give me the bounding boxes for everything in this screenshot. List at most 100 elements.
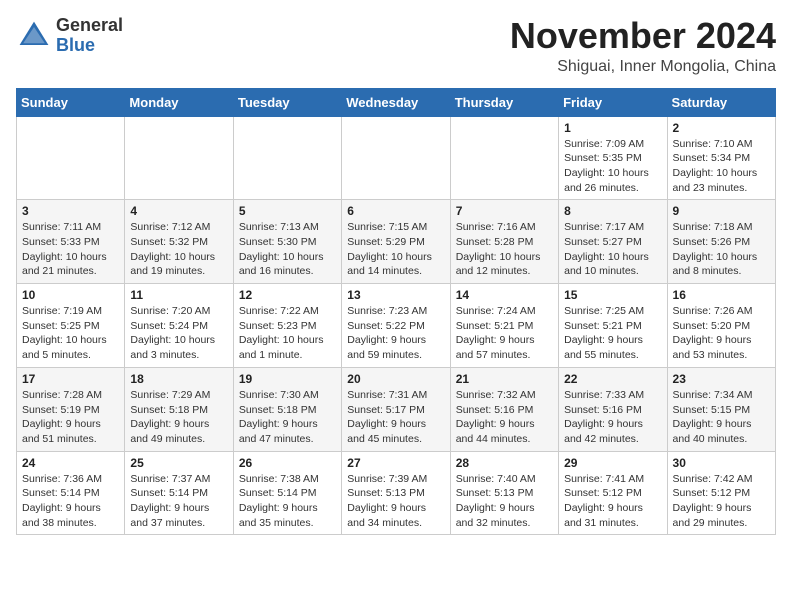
calendar-week-row: 10 Sunrise: 7:19 AM Sunset: 5:25 PM Dayli… (17, 284, 776, 368)
day-number: 3 (22, 204, 119, 218)
day-info: Sunrise: 7:38 AM Sunset: 5:14 PM Dayligh… (239, 472, 336, 531)
day-number: 11 (130, 288, 227, 302)
day-number: 4 (130, 204, 227, 218)
day-number: 18 (130, 372, 227, 386)
calendar-body: 1 Sunrise: 7:09 AM Sunset: 5:35 PM Daylig… (17, 116, 776, 535)
logo-icon (16, 18, 52, 54)
day-number: 7 (456, 204, 553, 218)
day-info: Sunrise: 7:23 AM Sunset: 5:22 PM Dayligh… (347, 304, 444, 363)
calendar-cell: 22 Sunrise: 7:33 AM Sunset: 5:16 PM Dayli… (559, 367, 667, 451)
calendar-cell (17, 116, 125, 200)
day-info: Sunrise: 7:40 AM Sunset: 5:13 PM Dayligh… (456, 472, 553, 531)
day-number: 8 (564, 204, 661, 218)
weekday-header: Tuesday (233, 88, 341, 116)
calendar-cell: 26Sunrise: 7:38 AM Sunset: 5:14 PM Dayli… (233, 451, 341, 535)
day-info: Sunrise: 7:33 AM Sunset: 5:16 PM Dayligh… (564, 388, 661, 447)
month-title: November 2024 (510, 16, 776, 56)
weekday-header: Friday (559, 88, 667, 116)
weekday-header: Saturday (667, 88, 775, 116)
day-info: Sunrise: 7:09 AM Sunset: 5:35 PM Dayligh… (564, 137, 661, 196)
calendar-cell: 19 Sunrise: 7:30 AM Sunset: 5:18 PM Dayli… (233, 367, 341, 451)
day-number: 15 (564, 288, 661, 302)
calendar-cell: 3 Sunrise: 7:11 AM Sunset: 5:33 PM Daylig… (17, 200, 125, 284)
day-number: 1 (564, 121, 661, 135)
calendar-cell (233, 116, 341, 200)
day-number: 23 (673, 372, 770, 386)
logo: General Blue (16, 16, 123, 56)
day-info: Sunrise: 7:30 AM Sunset: 5:18 PM Dayligh… (239, 388, 336, 447)
calendar-cell: 24Sunrise: 7:36 AM Sunset: 5:14 PM Dayli… (17, 451, 125, 535)
weekday-header: Monday (125, 88, 233, 116)
calendar-cell: 5Sunrise: 7:13 AM Sunset: 5:30 PM Daylig… (233, 200, 341, 284)
weekday-row: SundayMondayTuesdayWednesdayThursdayFrid… (17, 88, 776, 116)
day-number: 2 (673, 121, 770, 135)
weekday-header: Wednesday (342, 88, 450, 116)
day-info: Sunrise: 7:41 AM Sunset: 5:12 PM Dayligh… (564, 472, 661, 531)
calendar-cell: 12 Sunrise: 7:22 AM Sunset: 5:23 PM Dayli… (233, 284, 341, 368)
calendar-cell: 29 Sunrise: 7:41 AM Sunset: 5:12 PM Dayli… (559, 451, 667, 535)
day-number: 29 (564, 456, 661, 470)
day-info: Sunrise: 7:25 AM Sunset: 5:21 PM Dayligh… (564, 304, 661, 363)
calendar-cell: 21Sunrise: 7:32 AM Sunset: 5:16 PM Dayli… (450, 367, 558, 451)
day-info: Sunrise: 7:24 AM Sunset: 5:21 PM Dayligh… (456, 304, 553, 363)
calendar-cell (342, 116, 450, 200)
calendar-cell: 11 Sunrise: 7:20 AM Sunset: 5:24 PM Dayli… (125, 284, 233, 368)
day-info: Sunrise: 7:28 AM Sunset: 5:19 PM Dayligh… (22, 388, 119, 447)
calendar-week-row: 1 Sunrise: 7:09 AM Sunset: 5:35 PM Daylig… (17, 116, 776, 200)
calendar-cell: 4 Sunrise: 7:12 AM Sunset: 5:32 PM Daylig… (125, 200, 233, 284)
day-number: 19 (239, 372, 336, 386)
day-info: Sunrise: 7:12 AM Sunset: 5:32 PM Dayligh… (130, 220, 227, 279)
calendar-cell (125, 116, 233, 200)
day-info: Sunrise: 7:19 AM Sunset: 5:25 PM Dayligh… (22, 304, 119, 363)
calendar-cell: 2 Sunrise: 7:10 AM Sunset: 5:34 PM Daylig… (667, 116, 775, 200)
calendar-cell: 7 Sunrise: 7:16 AM Sunset: 5:28 PM Daylig… (450, 200, 558, 284)
calendar-cell: 13 Sunrise: 7:23 AM Sunset: 5:22 PM Dayli… (342, 284, 450, 368)
calendar-cell: 10 Sunrise: 7:19 AM Sunset: 5:25 PM Dayli… (17, 284, 125, 368)
calendar-cell: 8 Sunrise: 7:17 AM Sunset: 5:27 PM Daylig… (559, 200, 667, 284)
logo-general: General (56, 15, 123, 35)
calendar-cell: 27 Sunrise: 7:39 AM Sunset: 5:13 PM Dayli… (342, 451, 450, 535)
calendar-week-row: 17 Sunrise: 7:28 AM Sunset: 5:19 PM Dayli… (17, 367, 776, 451)
day-info: Sunrise: 7:39 AM Sunset: 5:13 PM Dayligh… (347, 472, 444, 531)
day-info: Sunrise: 7:29 AM Sunset: 5:18 PM Dayligh… (130, 388, 227, 447)
day-number: 25 (130, 456, 227, 470)
calendar-cell: 16Sunrise: 7:26 AM Sunset: 5:20 PM Dayli… (667, 284, 775, 368)
day-info: Sunrise: 7:17 AM Sunset: 5:27 PM Dayligh… (564, 220, 661, 279)
calendar-cell: 6Sunrise: 7:15 AM Sunset: 5:29 PM Daylig… (342, 200, 450, 284)
day-number: 28 (456, 456, 553, 470)
calendar-cell: 23Sunrise: 7:34 AM Sunset: 5:15 PM Dayli… (667, 367, 775, 451)
day-number: 22 (564, 372, 661, 386)
calendar-cell: 15 Sunrise: 7:25 AM Sunset: 5:21 PM Dayli… (559, 284, 667, 368)
day-info: Sunrise: 7:22 AM Sunset: 5:23 PM Dayligh… (239, 304, 336, 363)
day-info: Sunrise: 7:10 AM Sunset: 5:34 PM Dayligh… (673, 137, 770, 196)
day-number: 20 (347, 372, 444, 386)
day-info: Sunrise: 7:20 AM Sunset: 5:24 PM Dayligh… (130, 304, 227, 363)
day-number: 13 (347, 288, 444, 302)
calendar-cell: 30 Sunrise: 7:42 AM Sunset: 5:12 PM Dayli… (667, 451, 775, 535)
day-info: Sunrise: 7:15 AM Sunset: 5:29 PM Dayligh… (347, 220, 444, 279)
logo-text: General Blue (56, 16, 123, 56)
weekday-header: Sunday (17, 88, 125, 116)
day-info: Sunrise: 7:26 AM Sunset: 5:20 PM Dayligh… (673, 304, 770, 363)
day-number: 12 (239, 288, 336, 302)
day-info: Sunrise: 7:36 AM Sunset: 5:14 PM Dayligh… (22, 472, 119, 531)
day-info: Sunrise: 7:11 AM Sunset: 5:33 PM Dayligh… (22, 220, 119, 279)
location-title: Shiguai, Inner Mongolia, China (510, 58, 776, 76)
day-info: Sunrise: 7:42 AM Sunset: 5:12 PM Dayligh… (673, 472, 770, 531)
logo-blue-text: Blue (56, 35, 95, 55)
day-number: 10 (22, 288, 119, 302)
calendar-cell: 14Sunrise: 7:24 AM Sunset: 5:21 PM Dayli… (450, 284, 558, 368)
day-number: 30 (673, 456, 770, 470)
calendar-table: SundayMondayTuesdayWednesdayThursdayFrid… (16, 88, 776, 536)
calendar-cell (450, 116, 558, 200)
calendar-cell: 17 Sunrise: 7:28 AM Sunset: 5:19 PM Dayli… (17, 367, 125, 451)
day-number: 9 (673, 204, 770, 218)
day-number: 17 (22, 372, 119, 386)
calendar-week-row: 24Sunrise: 7:36 AM Sunset: 5:14 PM Dayli… (17, 451, 776, 535)
calendar-cell: 28 Sunrise: 7:40 AM Sunset: 5:13 PM Dayli… (450, 451, 558, 535)
calendar-cell: 18 Sunrise: 7:29 AM Sunset: 5:18 PM Dayli… (125, 367, 233, 451)
day-info: Sunrise: 7:16 AM Sunset: 5:28 PM Dayligh… (456, 220, 553, 279)
day-info: Sunrise: 7:13 AM Sunset: 5:30 PM Dayligh… (239, 220, 336, 279)
day-number: 21 (456, 372, 553, 386)
day-number: 27 (347, 456, 444, 470)
